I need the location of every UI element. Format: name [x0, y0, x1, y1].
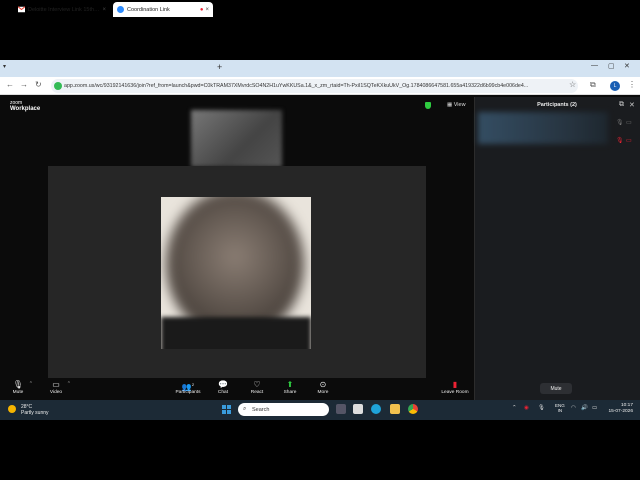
- view-button[interactable]: ▦ View: [447, 102, 466, 108]
- minimize-icon[interactable]: —: [591, 62, 598, 69]
- encryption-shield-icon[interactable]: [425, 102, 431, 109]
- self-video-tile: [191, 110, 282, 167]
- address-bar[interactable]: app.zoom.us/wc/93192141636/join?ref_from…: [51, 79, 578, 93]
- mute-button[interactable]: 🎙 Mute ⌃: [1, 379, 35, 395]
- back-icon[interactable]: ←: [6, 80, 14, 89]
- grid-icon: ▦: [447, 102, 453, 108]
- maximize-icon[interactable]: ▢: [608, 62, 615, 70]
- popout-icon[interactable]: ⧉: [619, 101, 624, 109]
- close-panel-icon[interactable]: ✕: [629, 101, 635, 109]
- leave-door-icon: ▮: [452, 380, 458, 389]
- antivirus-icon[interactable]: ◉: [524, 405, 529, 411]
- more-button[interactable]: ⊙ More: [306, 379, 340, 395]
- volume-icon[interactable]: 🔊: [581, 405, 588, 411]
- mic-muted-icon: 🎙: [616, 138, 624, 144]
- participant-list[interactable]: [478, 112, 608, 144]
- leave-room-button[interactable]: ▮ Leave Room: [438, 379, 472, 395]
- battery-icon[interactable]: ▭: [592, 405, 597, 411]
- mic-icon: 🎙: [616, 120, 624, 126]
- forward-icon[interactable]: →: [20, 80, 28, 89]
- task-view-icon[interactable]: [336, 404, 346, 414]
- panel-mute-button[interactable]: Mute: [540, 383, 572, 394]
- tray-chevron-icon[interactable]: ⌃: [512, 405, 517, 411]
- extensions-icon[interactable]: ⧉: [590, 80, 596, 90]
- tab-title: Deloitte Interview Link 15th Ju: [28, 6, 101, 13]
- language-indicator[interactable]: ENG IN: [555, 403, 565, 413]
- new-tab-icon[interactable]: +: [217, 62, 222, 72]
- tab-deloitte[interactable]: Deloitte Interview Link 15th Ju ×: [14, 2, 110, 17]
- camera-off-icon: ▭: [626, 138, 632, 144]
- participants-icon: 👥2: [181, 382, 195, 392]
- gmail-icon: [18, 6, 25, 13]
- tab-search-chevron-icon[interactable]: ▾: [3, 63, 6, 70]
- store-icon[interactable]: [353, 404, 363, 414]
- tab-coordination[interactable]: Coordination Link ● ×: [113, 2, 213, 17]
- wifi-icon[interactable]: ◠: [571, 405, 576, 411]
- react-button[interactable]: ♡ React: [240, 379, 274, 395]
- zoom-logo: zoom Workplace: [10, 100, 41, 112]
- window-close-icon[interactable]: ✕: [624, 62, 630, 70]
- heart-icon: ♡: [253, 380, 261, 389]
- file-explorer-icon[interactable]: [390, 404, 400, 414]
- panel-title: Participants (2): [537, 102, 577, 108]
- screen: ▾ Deloitte Interview Link 15th Ju × Coor…: [0, 0, 640, 480]
- speaker-video: [161, 197, 311, 349]
- video-button[interactable]: ▭ Video ⌃: [39, 379, 73, 395]
- profile-avatar[interactable]: L: [610, 81, 620, 91]
- sun-icon: [8, 405, 16, 413]
- search-icon: ⌕: [243, 406, 247, 412]
- site-info-icon[interactable]: [54, 82, 62, 90]
- chat-icon: 💬: [218, 380, 228, 389]
- clock[interactable]: 10:17 15-07-2026: [603, 403, 633, 415]
- zoom-icon: [117, 6, 124, 13]
- participants-button[interactable]: 👥2 Participants: [171, 379, 205, 395]
- taskbar-search[interactable]: ⌕ Search: [238, 403, 329, 416]
- caret-up-icon[interactable]: ⌃: [67, 381, 71, 387]
- tab-title: Coordination Link: [127, 6, 170, 13]
- recording-icon: ●: [199, 6, 204, 13]
- camera-icon: ▭: [626, 120, 632, 126]
- more-dots-icon: ⊙: [319, 380, 327, 389]
- share-screen-icon: ⬆: [286, 380, 294, 389]
- tab-strip: [0, 60, 640, 77]
- close-icon[interactable]: ×: [205, 7, 209, 13]
- reload-icon[interactable]: ↻: [35, 80, 42, 89]
- chrome-icon[interactable]: [408, 404, 418, 414]
- url-text: app.zoom.us/wc/93192141636/join?ref_from…: [64, 83, 529, 89]
- caret-up-icon[interactable]: ⌃: [29, 381, 33, 387]
- share-button[interactable]: ⬆ Share: [273, 379, 307, 395]
- edge-icon[interactable]: [371, 404, 381, 414]
- close-icon[interactable]: ×: [102, 7, 106, 13]
- windows-start-icon[interactable]: [222, 405, 231, 414]
- microphone-tray-icon[interactable]: 🎙: [538, 405, 545, 411]
- bookmark-star-icon[interactable]: ☆: [569, 80, 576, 89]
- chat-button[interactable]: 💬 Chat: [206, 379, 240, 395]
- menu-icon[interactable]: ⋮: [628, 80, 636, 89]
- blurred-shoulders: [161, 317, 311, 349]
